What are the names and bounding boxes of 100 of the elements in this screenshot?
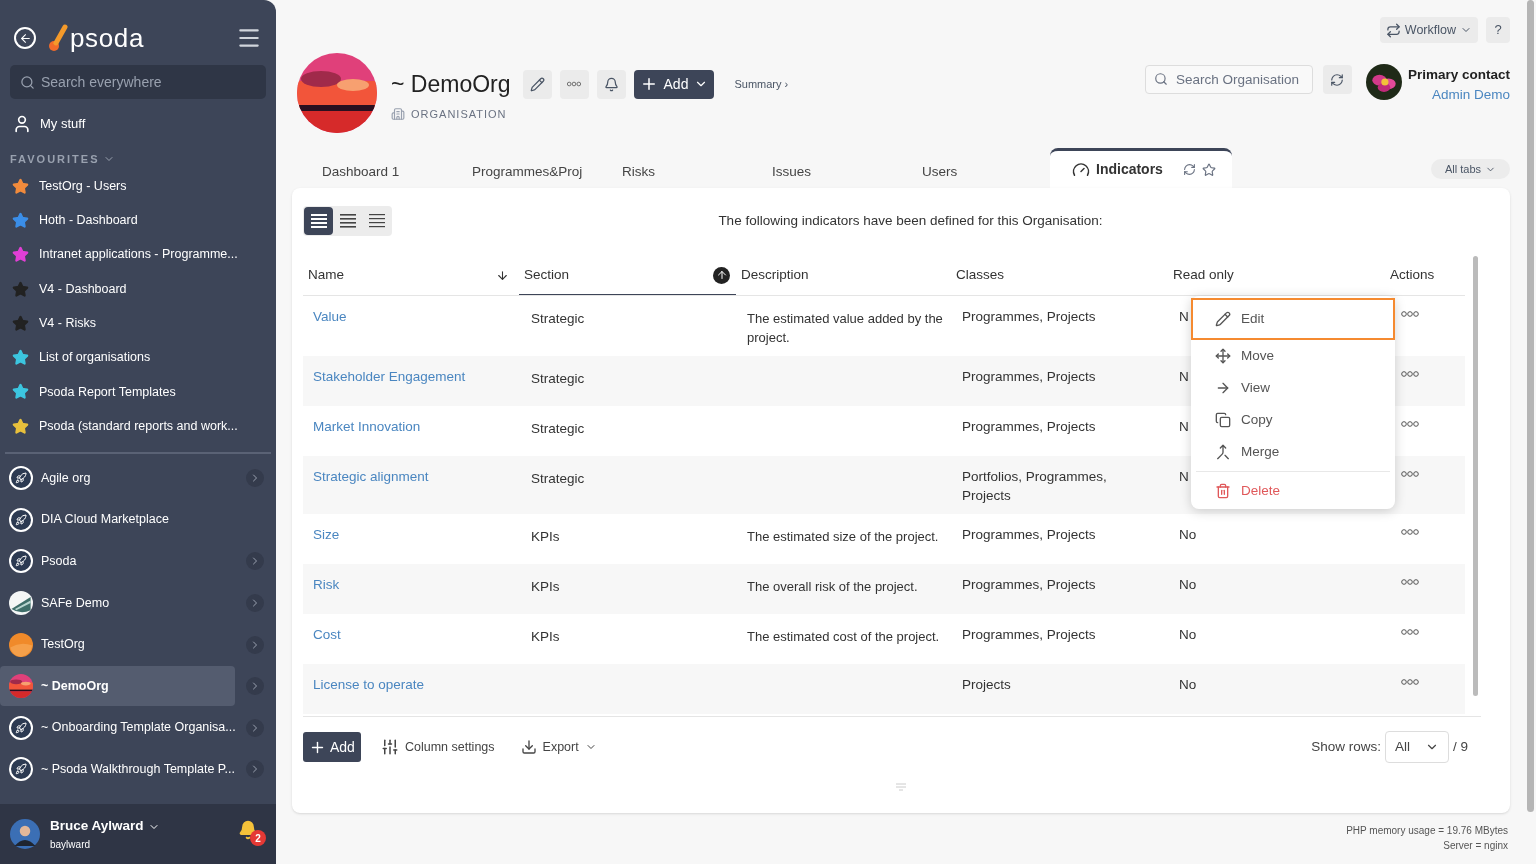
rocket-icon: [9, 507, 33, 532]
tab[interactable]: Issues: [750, 156, 900, 188]
merge-icon: [1215, 444, 1231, 460]
table-cell: KPIs: [531, 579, 560, 594]
more-icon[interactable]: [1400, 678, 1420, 686]
show-rows-label: Show rows:: [1311, 737, 1381, 756]
more-icon[interactable]: [1400, 470, 1420, 478]
organisation-item[interactable]: TestOrg: [0, 624, 235, 665]
menu-item[interactable]: Copy: [1191, 404, 1395, 436]
column-header[interactable]: Actions: [1384, 256, 1465, 295]
tab[interactable]: Programmes&Proj: [450, 156, 600, 188]
row-total: / 9: [1453, 737, 1468, 756]
column-header[interactable]: Name: [303, 256, 519, 295]
refresh-icon: [1330, 72, 1345, 87]
expand-button[interactable]: [246, 469, 264, 488]
favourite-item[interactable]: Hoth - Dashboard: [0, 203, 276, 238]
favourite-item[interactable]: Psoda (standard reports and work...: [0, 409, 276, 444]
indicator-link[interactable]: Strategic alignment: [313, 469, 429, 484]
building-icon: [391, 106, 405, 121]
menu-item[interactable]: Delete: [1191, 475, 1395, 507]
indicator-link[interactable]: License to operate: [313, 677, 425, 692]
workflow-button[interactable]: Workflow: [1379, 17, 1478, 43]
tab[interactable]: Users: [900, 156, 1050, 188]
favourite-item[interactable]: TestOrg - Users: [0, 169, 276, 204]
more-button[interactable]: [559, 69, 589, 99]
organisation-item[interactable]: ~ Psoda Walkthrough Template P...: [0, 749, 235, 790]
organisation-item[interactable]: Psoda: [0, 541, 235, 582]
column-header[interactable]: Read only: [1168, 256, 1384, 295]
menu-item[interactable]: View: [1191, 372, 1395, 404]
search-field[interactable]: Search everywhere: [10, 65, 266, 99]
expand-button[interactable]: [246, 552, 264, 571]
search-field[interactable]: Search Organisation: [1144, 65, 1313, 94]
more-icon[interactable]: [1400, 370, 1420, 378]
tab[interactable]: Indicators: [1050, 148, 1232, 188]
list-icon: [338, 213, 357, 229]
menu-item[interactable]: Merge: [1191, 436, 1395, 468]
scrollbar[interactable]: [1527, 0, 1534, 812]
logo-text: psoda: [70, 21, 145, 55]
help-button[interactable]: ?: [1486, 17, 1510, 43]
indicator-link[interactable]: Risk: [313, 577, 340, 592]
download-icon: [520, 739, 537, 755]
menu-item[interactable]: Move: [1191, 340, 1395, 372]
expand-button[interactable]: [246, 635, 264, 654]
indicator-link[interactable]: Size: [313, 527, 340, 542]
favourite-item[interactable]: V4 - Risks: [0, 306, 276, 341]
expand-button[interactable]: [246, 718, 264, 737]
indicator-link[interactable]: Value: [313, 309, 347, 324]
expand-button[interactable]: [246, 593, 264, 612]
indicator-link[interactable]: Stakeholder Engagement: [313, 369, 466, 384]
more-icon[interactable]: [1400, 578, 1420, 586]
rocket-icon: [9, 466, 33, 491]
cycle-icon: [1385, 22, 1401, 38]
back-button[interactable]: [14, 27, 36, 49]
export-button[interactable]: Export: [520, 737, 597, 757]
add-button[interactable]: Add: [633, 69, 715, 99]
column-header[interactable]: Description: [736, 256, 951, 295]
contact-link[interactable]: Admin Demo: [1431, 85, 1510, 106]
favourite-item[interactable]: List of organisations: [0, 340, 276, 375]
more-icon[interactable]: [1400, 310, 1420, 318]
column-header[interactable]: Section: [519, 256, 736, 295]
favourite-item[interactable]: Intranet applications - Programme...: [0, 237, 276, 272]
table-cell-text: The estimated value added by the project.: [747, 310, 943, 347]
summary-link[interactable]: Summary ›: [734, 76, 789, 93]
expand-button[interactable]: [246, 677, 264, 696]
my-stuff-link[interactable]: My stuff: [40, 114, 86, 134]
more-icon[interactable]: [1400, 420, 1420, 428]
column-header[interactable]: Classes: [951, 256, 1168, 295]
expand-button[interactable]: [246, 760, 264, 779]
organisation-item[interactable]: Agile org: [0, 458, 235, 499]
indicator-link[interactable]: Market Innovation: [313, 419, 421, 434]
more-icon[interactable]: [1400, 528, 1420, 536]
edit-button[interactable]: [522, 69, 552, 99]
copy-icon: [1215, 412, 1231, 428]
more-icon[interactable]: [566, 80, 582, 89]
notify-button[interactable]: [596, 69, 626, 99]
organisation-item[interactable]: DIA Cloud Marketplace: [0, 499, 235, 540]
organisation-item[interactable]: SAFe Demo: [0, 582, 235, 623]
scrollbar[interactable]: [1473, 256, 1478, 696]
tab[interactable]: Dashboard 1: [300, 156, 450, 188]
arrow-icon: [1215, 380, 1231, 396]
indicator-link[interactable]: Cost: [313, 627, 341, 642]
table-cell: No: [1179, 677, 1197, 692]
favourite-item[interactable]: V4 - Dashboard: [0, 271, 276, 307]
user-name[interactable]: Bruce Aylward: [50, 816, 144, 837]
notification-badge: 2: [250, 830, 266, 846]
switch-button[interactable]: [1322, 65, 1352, 94]
trash-icon: [1215, 483, 1231, 499]
pencil-icon: [1215, 311, 1231, 327]
menu-item[interactable]: Edit: [1191, 298, 1395, 340]
organisation-item[interactable]: ~ Onboarding Template Organisa...: [0, 707, 235, 748]
view-mode-button[interactable]: [304, 207, 333, 235]
more-icon[interactable]: [1400, 628, 1420, 636]
rows-select[interactable]: All: [1385, 731, 1449, 763]
add-button[interactable]: Add: [303, 732, 361, 762]
favourite-item[interactable]: Psoda Report Templates: [0, 374, 276, 410]
all-tabs-button[interactable]: All tabs: [1430, 159, 1510, 179]
column-settings-button[interactable]: Column settings: [380, 737, 495, 757]
contact-label: Primary contact: [1407, 66, 1510, 84]
organisation-item[interactable]: ~ DemoOrg: [0, 666, 235, 707]
tab[interactable]: Risks: [600, 156, 750, 188]
